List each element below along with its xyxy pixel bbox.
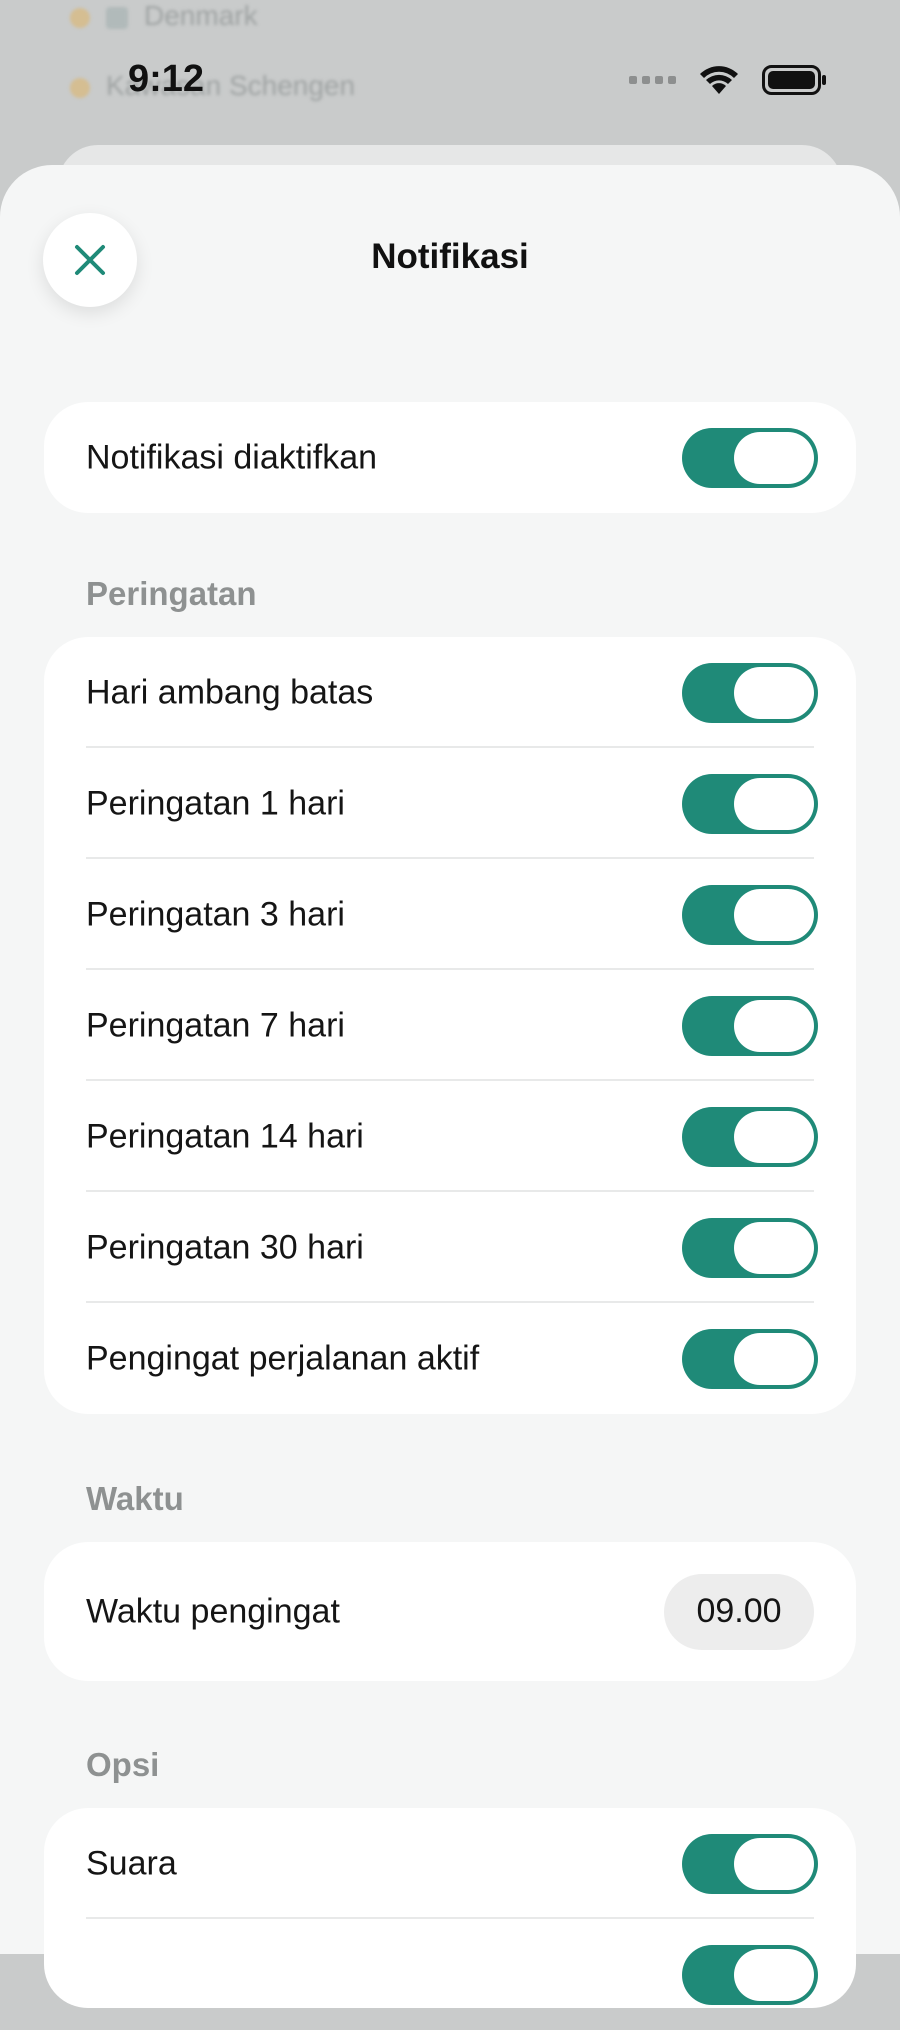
notification-sheet: Notifikasi Notifikasi diaktifkan Peringa…	[0, 165, 900, 2008]
section-title-options: Opsi	[86, 1746, 160, 1783]
warning-3-day-toggle[interactable]	[682, 884, 818, 945]
warning-1-day-toggle[interactable]	[682, 773, 818, 834]
reminder-time-row: Waktu pengingat 09.00	[44, 1542, 856, 1681]
sound-toggle[interactable]	[682, 1833, 818, 1894]
row-label: Peringatan 3 hari	[86, 895, 345, 933]
section-title-time: Waktu	[86, 1480, 184, 1517]
warning-row-threshold: Hari ambang batas	[44, 637, 856, 748]
master-card: Notifikasi diaktifkan	[44, 402, 856, 513]
signal-icon	[629, 76, 676, 84]
row-label: Peringatan 1 hari	[86, 784, 345, 822]
row-label: Hari ambang batas	[86, 673, 374, 711]
master-toggle-label: Notifikasi diaktifkan	[86, 438, 378, 476]
master-toggle-row: Notifikasi diaktifkan	[44, 402, 856, 513]
warnings-card: Hari ambang batas Peringatan 1 hari Peri…	[44, 637, 856, 1414]
status-icons	[629, 64, 828, 96]
reminder-time-picker[interactable]: 09.00	[664, 1573, 814, 1650]
time-card: Waktu pengingat 09.00	[44, 1542, 856, 1681]
wifi-icon	[700, 66, 738, 94]
option-row	[44, 1919, 856, 2030]
sound-row: Suara	[44, 1808, 856, 1919]
warning-14-day-toggle[interactable]	[682, 1106, 818, 1167]
reminder-time-label: Waktu pengingat	[86, 1592, 340, 1630]
page-title: Notifikasi	[371, 237, 529, 276]
row-label: Peringatan 14 hari	[86, 1117, 364, 1155]
row-label: Suara	[86, 1844, 177, 1882]
warning-row-3-day: Peringatan 3 hari	[44, 859, 856, 970]
warning-row-active-trip: Pengingat perjalanan aktif	[44, 1303, 856, 1414]
warning-row-7-day: Peringatan 7 hari	[44, 970, 856, 1081]
battery-icon	[762, 65, 826, 95]
row-label: Peringatan 7 hari	[86, 1006, 345, 1044]
warning-7-day-toggle[interactable]	[682, 995, 818, 1056]
warning-row-1-day: Peringatan 1 hari	[44, 748, 856, 859]
master-toggle[interactable]	[682, 427, 818, 488]
row-label: Pengingat perjalanan aktif	[86, 1339, 480, 1377]
warning-30-day-toggle[interactable]	[682, 1217, 818, 1278]
active-trip-reminder-toggle[interactable]	[682, 1328, 818, 1389]
warning-row-30-day: Peringatan 30 hari	[44, 1192, 856, 1303]
threshold-toggle[interactable]	[682, 662, 818, 723]
warning-row-14-day: Peringatan 14 hari	[44, 1081, 856, 1192]
status-time: 9:12	[128, 58, 205, 100]
options-card: Suara	[44, 1808, 856, 2008]
section-title-warnings: Peringatan	[86, 575, 257, 612]
row-label: Peringatan 30 hari	[86, 1228, 364, 1266]
